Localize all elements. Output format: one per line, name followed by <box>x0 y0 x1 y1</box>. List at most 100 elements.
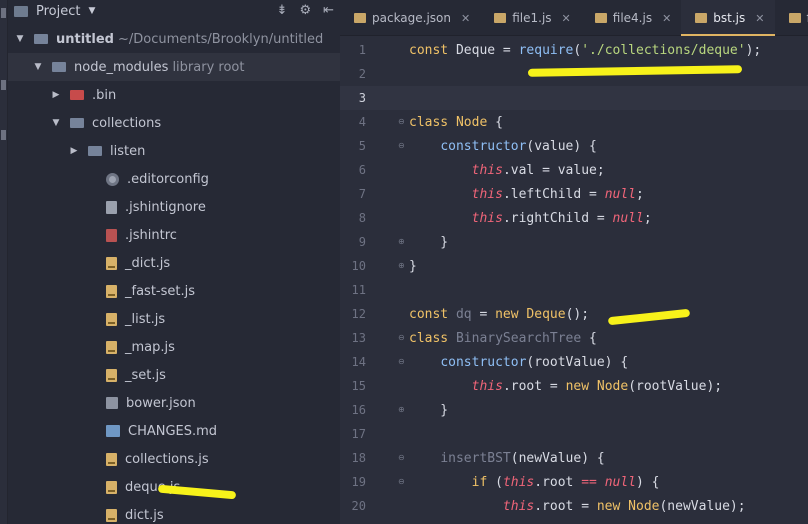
project-sidebar: Project ▼ ⇟ ⚙ ⇤ ▼ untitled ~/Documents/Bro… <box>8 0 340 524</box>
code-line[interactable]: 3 <box>340 86 808 110</box>
line-number: 11 <box>351 283 366 297</box>
line-number: 17 <box>351 427 366 441</box>
file-icon <box>594 13 607 23</box>
code-line[interactable]: 10 ⊕} <box>340 254 808 278</box>
hide-panel-icon[interactable]: ⇤ <box>323 3 334 18</box>
close-icon[interactable]: ✕ <box>662 12 671 25</box>
editor-tab-label: file4.js <box>612 11 653 25</box>
code-text: if (this.root == null) { <box>471 474 660 490</box>
line-number: 4 <box>358 115 366 129</box>
fold-toggle-icon[interactable]: ⊖ <box>398 117 408 127</box>
code-text: this.leftChild = null; <box>471 186 644 202</box>
tree-item[interactable]: _fast-set.js <box>8 277 340 305</box>
close-icon[interactable]: ✕ <box>755 12 764 25</box>
tree-item-name: untitled <box>56 31 114 47</box>
line-number: 2 <box>358 67 366 81</box>
tree-item[interactable]: .jshintrc <box>8 221 340 249</box>
editor-tab[interactable]: bst.js ✕ <box>681 0 775 36</box>
code-line[interactable]: 15 this.root = new Node(rootValue); <box>340 374 808 398</box>
line-number: 3 <box>358 91 366 105</box>
line-number: 8 <box>358 211 366 225</box>
code-line[interactable]: 5 ⊖ constructor(value) { <box>340 134 808 158</box>
tree-item[interactable]: collections.js <box>8 445 340 473</box>
tree-item-name: _list.js <box>125 311 166 327</box>
tree-item-label: _set.js <box>125 368 166 383</box>
chevron-right-icon[interactable]: ▶ <box>68 146 80 156</box>
fold-toggle-icon[interactable]: ⊖ <box>398 453 408 463</box>
code-line[interactable]: 17 <box>340 422 808 446</box>
editor-tab[interactable]: file4.js ✕ <box>581 0 682 36</box>
chevron-down-icon[interactable]: ▼ <box>88 6 95 16</box>
chevron-down-icon[interactable]: ▼ <box>50 118 62 128</box>
code-line[interactable]: 7 this.leftChild = null; <box>340 182 808 206</box>
code-line[interactable]: 20 this.root = new Node(newValue); <box>340 494 808 518</box>
fold-toggle-icon[interactable]: ⊖ <box>398 333 408 343</box>
fold-toggle-icon[interactable]: ⊕ <box>398 261 408 271</box>
chevron-down-icon[interactable]: ▼ <box>14 34 26 44</box>
jshint-file-icon <box>106 228 117 242</box>
code-line[interactable]: 18 ⊖ insertBST(newValue) { <box>340 446 808 470</box>
tree-item[interactable]: ▶ .bin <box>8 81 340 109</box>
fold-toggle-icon[interactable]: ⊖ <box>398 477 408 487</box>
folder-red-icon <box>70 90 84 100</box>
tree-item[interactable]: dict.js <box>8 501 340 524</box>
code-line[interactable]: 19 ⊖ if (this.root == null) { <box>340 470 808 494</box>
project-header[interactable]: Project ▼ ⇟ ⚙ ⇤ <box>8 0 340 22</box>
code-text: class Node { <box>409 114 503 130</box>
line-number: 16 <box>351 403 366 417</box>
text-file-icon <box>106 200 117 214</box>
collapse-all-icon[interactable]: ⇟ <box>277 3 288 18</box>
tree-item-label: dict.js <box>125 508 164 523</box>
code-text: this.rightChild = null; <box>471 210 652 226</box>
tree-item[interactable]: _dict.js <box>8 249 340 277</box>
chevron-down-icon[interactable]: ▼ <box>32 62 44 72</box>
code-line[interactable]: 9 ⊕ } <box>340 230 808 254</box>
editor-tab[interactable]: file1.js ✕ <box>480 0 581 36</box>
gear-icon[interactable]: ⚙ <box>299 3 311 18</box>
code-line[interactable]: 16 ⊕ } <box>340 398 808 422</box>
tree-item[interactable]: CHANGES.md <box>8 417 340 445</box>
tree-item[interactable]: ▼ untitled ~/Documents/Brooklyn/untitled <box>8 25 340 53</box>
fold-toggle-icon[interactable]: ⊕ <box>398 237 408 247</box>
js-file-icon <box>106 340 117 354</box>
editor-tab[interactable]: package.json ✕ <box>340 0 480 36</box>
line-number: 20 <box>351 499 366 513</box>
tree-item[interactable]: ▼ collections <box>8 109 340 137</box>
json-file-icon <box>106 397 118 409</box>
line-number: 5 <box>358 139 366 153</box>
close-icon[interactable]: ✕ <box>562 12 571 25</box>
fold-toggle-icon[interactable]: ⊖ <box>398 357 408 367</box>
close-icon[interactable]: ✕ <box>461 12 470 25</box>
code-line[interactable]: 6 this.val = value; <box>340 158 808 182</box>
code-text: class BinarySearchTree { <box>409 330 597 346</box>
js-file-icon <box>106 312 117 326</box>
code-line[interactable]: 14 ⊖ constructor(rootValue) { <box>340 350 808 374</box>
code-text: } <box>409 234 449 250</box>
fold-toggle-icon[interactable]: ⊕ <box>398 405 408 415</box>
code-line[interactable]: 4 ⊖ class Node { <box>340 110 808 134</box>
code-line[interactable]: 1 const Deque = require('./collections/de… <box>340 38 808 62</box>
file-icon <box>354 13 366 23</box>
editor-tab[interactable]: file2.js✕ <box>775 0 808 36</box>
js-file-icon <box>106 284 117 298</box>
code-line[interactable]: 13 ⊖ class BinarySearchTree { <box>340 326 808 350</box>
tree-item[interactable]: _set.js <box>8 361 340 389</box>
chevron-right-icon[interactable]: ▶ <box>50 90 62 100</box>
tree-item-name: .jshintignore <box>125 199 206 215</box>
tree-item[interactable]: .jshintignore <box>8 193 340 221</box>
code-text: this.val = value; <box>471 162 605 178</box>
tree-item[interactable]: ▼ node_modules library root <box>8 53 340 81</box>
line-number: 14 <box>351 355 366 369</box>
tree-item[interactable]: .editorconfig <box>8 165 340 193</box>
code-editor[interactable]: package.json✕file1.js✕file4.js✕bst.js✕fi… <box>340 0 808 524</box>
code-line[interactable]: 12 const dq = new Deque(); <box>340 302 808 326</box>
tree-item[interactable]: bower.json <box>8 389 340 417</box>
js-file-icon <box>106 480 117 494</box>
tree-item[interactable]: ▶ listen <box>8 137 340 165</box>
fold-toggle-icon[interactable]: ⊖ <box>398 141 408 151</box>
tree-item[interactable]: _list.js <box>8 305 340 333</box>
code-line[interactable]: 11 <box>340 278 808 302</box>
tool-window-strip <box>0 0 8 524</box>
tree-item[interactable]: _map.js <box>8 333 340 361</box>
code-line[interactable]: 8 this.rightChild = null; <box>340 206 808 230</box>
